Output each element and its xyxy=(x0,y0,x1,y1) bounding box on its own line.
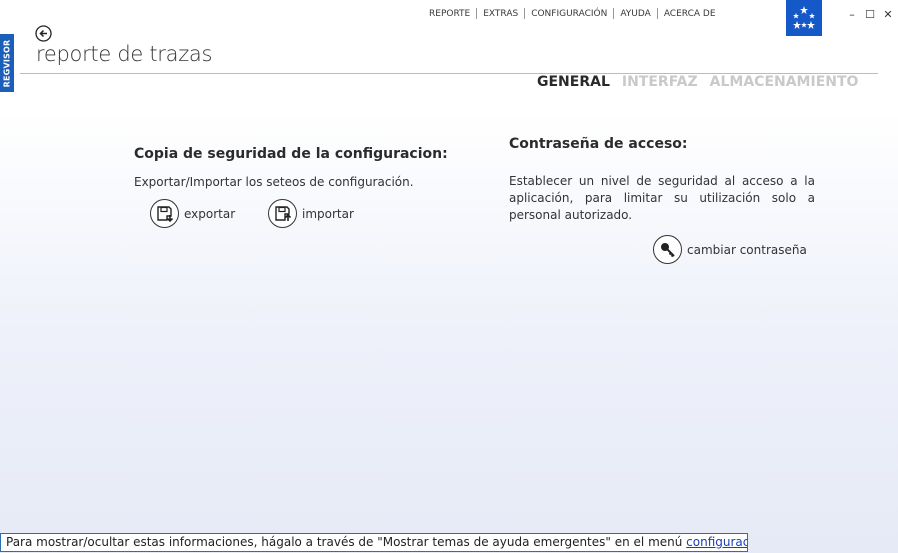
tab-interfaz[interactable]: INTERFAZ xyxy=(622,74,698,90)
top-menu: REPORTE EXTRAS CONFIGURACIÓN AYUDA ACERC… xyxy=(423,8,722,19)
export-label: exportar xyxy=(184,206,236,221)
footer-config-link[interactable]: configuración xyxy=(686,535,747,549)
regvisor-side-tab[interactable]: REGVISOR xyxy=(0,34,14,92)
minimize-icon[interactable]: – xyxy=(846,8,858,21)
maximize-icon[interactable]: ☐ xyxy=(864,8,876,21)
stars-logo-icon xyxy=(793,6,815,29)
menu-item-acerca-de[interactable]: ACERCA DE xyxy=(658,9,722,19)
help-footer-bar: Para mostrar/ocultar estas informaciones… xyxy=(0,533,748,552)
menu-item-ayuda[interactable]: AYUDA xyxy=(614,9,656,19)
window-controls: – ☐ ✕ xyxy=(846,8,894,21)
tab-general[interactable]: GENERAL xyxy=(537,74,610,90)
change-password-label: cambiar contraseña xyxy=(687,242,807,257)
change-password-button[interactable]: cambiar contraseña xyxy=(653,235,807,264)
app-logo xyxy=(786,0,822,36)
menu-item-configuracion[interactable]: CONFIGURACIÓN xyxy=(525,9,613,19)
import-label: importar xyxy=(302,206,354,221)
floppy-export-icon xyxy=(150,199,179,228)
backup-section-title: Copia de seguridad de la configuracion: xyxy=(134,146,448,162)
backup-section-description: Exportar/Importar los seteos de configur… xyxy=(134,175,414,189)
floppy-import-icon xyxy=(268,199,297,228)
close-icon[interactable]: ✕ xyxy=(882,8,894,21)
export-button[interactable]: exportar xyxy=(150,199,235,228)
password-section-description: Establecer un nivel de seguridad al acce… xyxy=(509,174,815,222)
menu-item-reporte[interactable]: REPORTE xyxy=(423,9,476,19)
side-tab-label: REGVISOR xyxy=(2,39,12,87)
settings-tabs: GENERAL INTERFAZ ALMACENAMIENTO xyxy=(537,74,858,90)
password-section-title: Contraseña de acceso: xyxy=(509,136,688,152)
tab-almacenamiento[interactable]: ALMACENAMIENTO xyxy=(710,74,859,90)
import-button[interactable]: importar xyxy=(268,199,354,228)
key-icon xyxy=(653,235,682,264)
footer-help-text: Para mostrar/ocultar estas informaciones… xyxy=(6,535,687,549)
back-button[interactable] xyxy=(35,25,52,42)
back-arrow-icon xyxy=(35,25,52,42)
menu-item-extras[interactable]: EXTRAS xyxy=(477,9,524,19)
page-title: reporte de trazas xyxy=(36,42,213,66)
